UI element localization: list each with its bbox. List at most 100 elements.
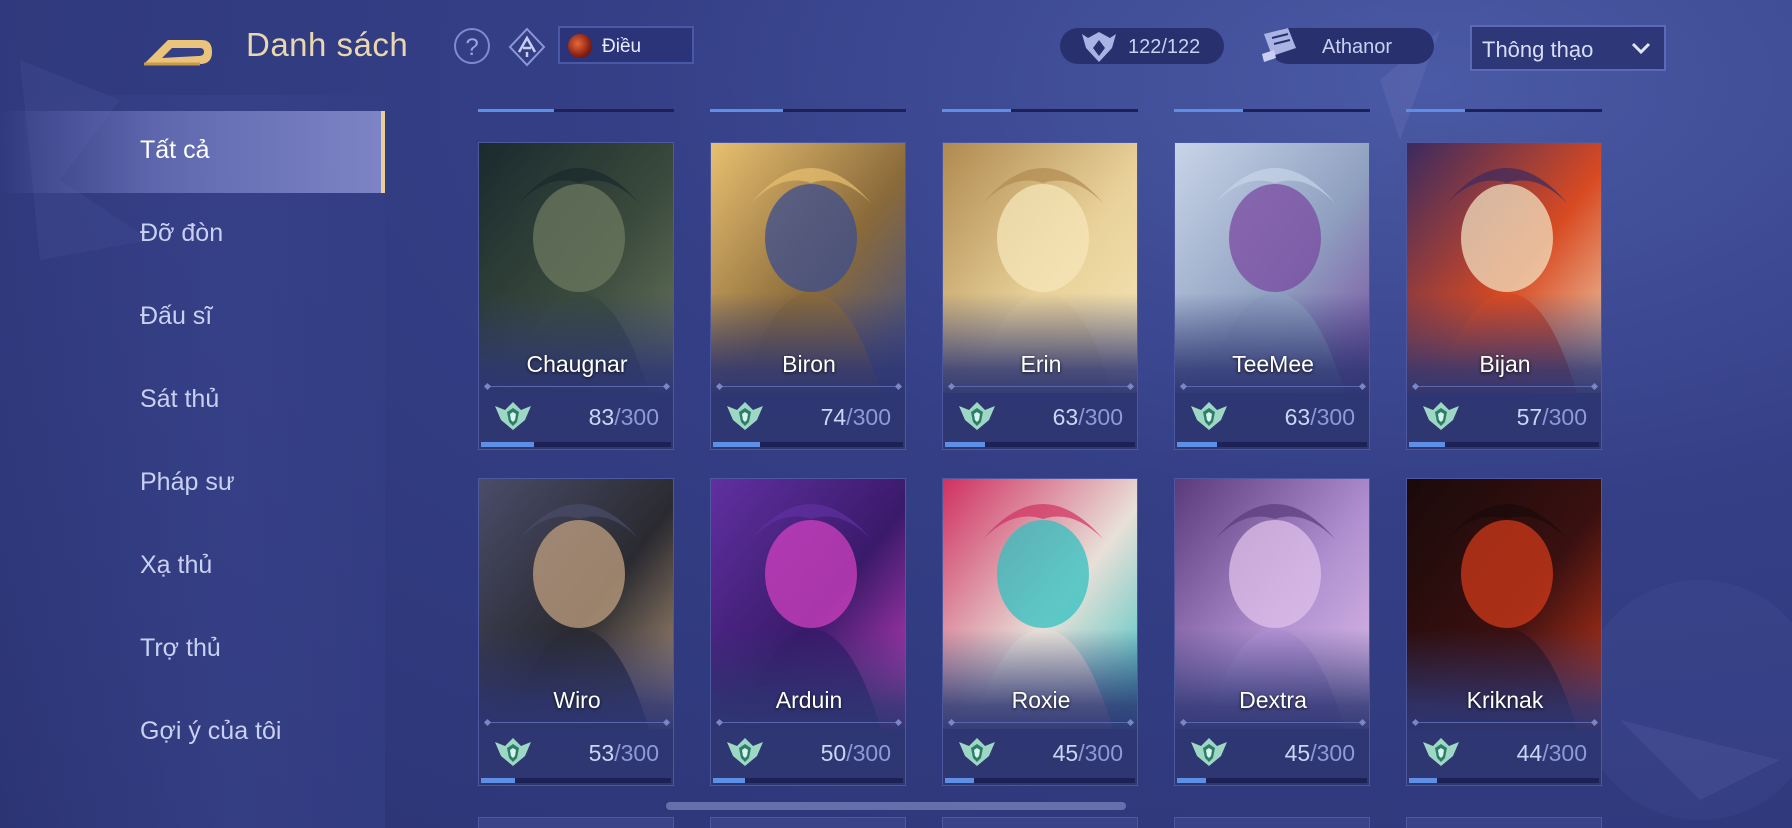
hero-card-partial[interactable] bbox=[1406, 817, 1602, 828]
hero-crest-icon bbox=[1082, 32, 1116, 62]
hero-card[interactable]: Chaugnar 83/300 bbox=[478, 142, 674, 450]
sidebar-item-recommended[interactable]: Gợi ý của tôi bbox=[0, 692, 385, 774]
mastery-points-value: 44 bbox=[1516, 740, 1543, 766]
mastery-points-max: /300 bbox=[1542, 740, 1587, 766]
hero-name: Roxie bbox=[1011, 687, 1071, 713]
server-name: Athanor bbox=[1322, 36, 1393, 58]
sidebar-item-fighter[interactable]: Đấu sĩ bbox=[0, 277, 385, 359]
mastery-points: 45/300 bbox=[1053, 740, 1123, 767]
mastery-progress-bar bbox=[945, 778, 1135, 783]
hero-card[interactable]: Wiro 53/300 bbox=[478, 478, 674, 786]
mastery-points: 44/300 bbox=[1517, 740, 1587, 767]
page-title: Danh sách bbox=[246, 26, 409, 63]
mastery-points-value: 57 bbox=[1516, 404, 1543, 430]
mastery-rank-icon bbox=[495, 402, 531, 430]
mastery-points-max: /300 bbox=[846, 740, 891, 766]
hero-count: 122/122 bbox=[1128, 36, 1201, 58]
mastery-rank-icon bbox=[1191, 402, 1227, 430]
sidebar-item-label: Sát thủ bbox=[140, 385, 220, 413]
card-divider bbox=[1183, 386, 1363, 387]
hero-name: Chaugnar bbox=[526, 351, 628, 377]
sidebar-item-label: Gợi ý của tôi bbox=[140, 717, 282, 745]
server-badge: Athanor bbox=[1262, 28, 1434, 64]
sidebar-item-tank[interactable]: Đỡ đòn bbox=[0, 194, 385, 276]
hero-card[interactable]: TeeMee 63/300 bbox=[1174, 142, 1370, 450]
progress-fill bbox=[710, 109, 783, 112]
hero-card-partial[interactable] bbox=[942, 817, 1138, 828]
progress-fill bbox=[1409, 778, 1437, 783]
card-divider bbox=[1183, 722, 1363, 723]
progress-fill bbox=[945, 778, 974, 783]
sort-selected-value: Thông thạo bbox=[1482, 37, 1594, 62]
mastery-points: 53/300 bbox=[589, 740, 659, 767]
hero-card[interactable]: Dextra 45/300 bbox=[1174, 478, 1370, 786]
hero-avatar bbox=[568, 34, 592, 58]
mastery-points: 50/300 bbox=[821, 740, 891, 767]
hero-card[interactable]: Kriknak 44/300 bbox=[1406, 478, 1602, 786]
mastery-progress-bar bbox=[1409, 442, 1599, 447]
hero-grid: Chaugnar 83/300 Biron 74/300 Erin 63/300 TeeMe… bbox=[478, 95, 1603, 828]
mastery-points-value: 83 bbox=[588, 404, 615, 430]
hero-card[interactable]: Erin 63/300 bbox=[942, 142, 1138, 450]
hero-name: Bijan bbox=[1479, 351, 1531, 377]
mastery-points: 63/300 bbox=[1053, 404, 1123, 431]
mastery-points-value: 74 bbox=[820, 404, 847, 430]
hero-filter-icon[interactable] bbox=[506, 26, 548, 68]
mastery-points-value: 45 bbox=[1052, 740, 1079, 766]
sidebar-item-support[interactable]: Trợ thủ bbox=[0, 609, 385, 691]
progress-fill bbox=[942, 109, 1011, 112]
mastery-points-max: /300 bbox=[846, 404, 891, 430]
sort-dropdown[interactable]: Thông thạo bbox=[1470, 25, 1666, 71]
hero-card[interactable]: Roxie 45/300 bbox=[942, 478, 1138, 786]
hero-name: TeeMee bbox=[1232, 351, 1314, 377]
progress-fill bbox=[713, 778, 745, 783]
mastery-points-value: 50 bbox=[820, 740, 847, 766]
mastery-points-max: /300 bbox=[1078, 404, 1123, 430]
mastery-progress-bar bbox=[713, 442, 903, 447]
filter-label: Điều bbox=[602, 36, 642, 57]
mastery-rank-icon bbox=[1191, 738, 1227, 766]
mastery-points: 74/300 bbox=[821, 404, 891, 431]
sidebar-item-assassin[interactable]: Sát thủ bbox=[0, 360, 385, 442]
mastery-rank-icon bbox=[727, 738, 763, 766]
mastery-points-max: /300 bbox=[1542, 404, 1587, 430]
mastery-points: 63/300 bbox=[1285, 404, 1355, 431]
sidebar-item-label: Pháp sư bbox=[140, 468, 235, 496]
sidebar-item-label: Đấu sĩ bbox=[140, 302, 213, 330]
card-divider bbox=[719, 386, 899, 387]
sidebar-item-label: Tất cả bbox=[140, 136, 210, 164]
help-button[interactable]: ? bbox=[454, 28, 490, 64]
sidebar-item-label: Đỡ đòn bbox=[140, 219, 224, 247]
hero-card-partial[interactable] bbox=[710, 817, 906, 828]
hero-filter-dropdown[interactable]: Điều bbox=[558, 26, 694, 64]
sidebar-item-label: Trợ thủ bbox=[140, 634, 221, 662]
hero-card[interactable]: Bijan 57/300 bbox=[1406, 142, 1602, 450]
sidebar-item-mage[interactable]: Pháp sư bbox=[0, 443, 385, 525]
mastery-progress-bar bbox=[945, 442, 1135, 447]
horizontal-scrollbar[interactable] bbox=[666, 802, 1126, 810]
mastery-points-max: /300 bbox=[1310, 404, 1355, 430]
mastery-points-value: 63 bbox=[1052, 404, 1079, 430]
mastery-rank-icon bbox=[1423, 738, 1459, 766]
card-divider bbox=[719, 722, 899, 723]
mastery-points-max: /300 bbox=[1310, 740, 1355, 766]
hero-card-partial[interactable] bbox=[1174, 817, 1370, 828]
progress-fill bbox=[945, 442, 985, 447]
chevron-down-icon bbox=[1631, 42, 1651, 55]
sidebar-item-marksman[interactable]: Xạ thủ bbox=[0, 526, 385, 608]
progress-fill bbox=[1409, 442, 1446, 447]
hero-name: Dextra bbox=[1239, 687, 1307, 713]
hero-name: Kriknak bbox=[1466, 687, 1544, 713]
hero-name: Erin bbox=[1020, 351, 1062, 377]
mastery-rank-icon bbox=[727, 402, 763, 430]
hero-card[interactable]: Biron 74/300 bbox=[710, 142, 906, 450]
mastery-progress-bar bbox=[481, 778, 671, 783]
progress-fill bbox=[478, 109, 555, 112]
hero-card-partial[interactable] bbox=[478, 817, 674, 828]
card-progress-strip bbox=[942, 109, 1138, 112]
hero-card[interactable]: Arduin 50/300 bbox=[710, 478, 906, 786]
hero-name: Wiro bbox=[553, 687, 601, 713]
hero-count-badge: 122/122 bbox=[1060, 28, 1224, 64]
sidebar-item-all[interactable]: Tất cả bbox=[0, 111, 385, 193]
back-arrow-icon[interactable] bbox=[140, 24, 218, 68]
